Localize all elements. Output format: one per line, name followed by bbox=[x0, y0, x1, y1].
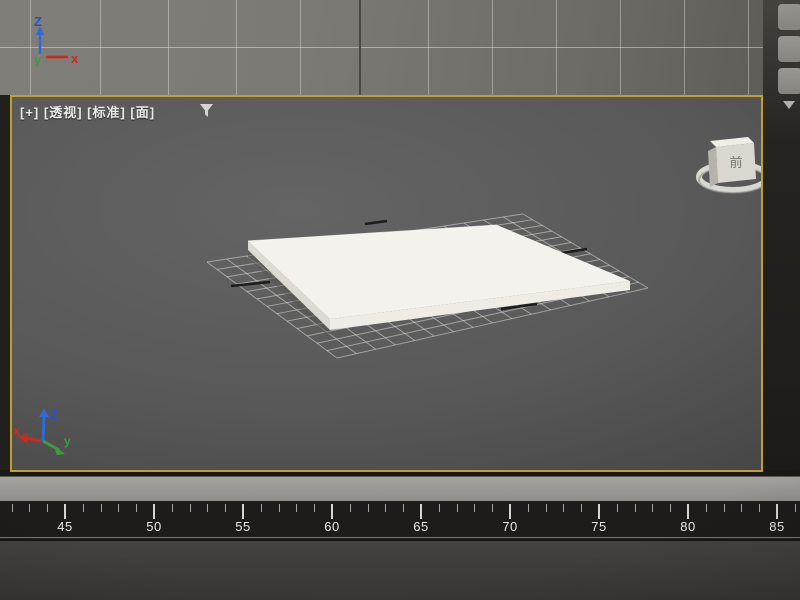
ruler-minor-tick bbox=[189, 504, 191, 512]
filter-icon[interactable] bbox=[199, 103, 214, 119]
left-edge bbox=[0, 95, 10, 474]
ruler-minor-tick bbox=[759, 504, 761, 512]
gizmo-z-label: Z bbox=[50, 407, 58, 422]
ruler-baseline bbox=[0, 537, 800, 538]
ruler-tick-label: 55 bbox=[235, 519, 251, 534]
ruler-minor-tick bbox=[207, 504, 209, 512]
ruler-minor-tick bbox=[47, 504, 49, 512]
ruler-minor-tick bbox=[314, 504, 316, 512]
ruler-minor-tick bbox=[741, 504, 743, 512]
ruler-major-tick bbox=[687, 504, 689, 519]
ruler-minor-tick bbox=[171, 504, 173, 512]
ruler-minor-tick bbox=[403, 504, 405, 512]
ruler-minor-tick bbox=[278, 504, 280, 512]
top-grid-vline bbox=[100, 0, 101, 95]
gizmo-x-label: x bbox=[13, 423, 21, 438]
top-grid-vline bbox=[300, 0, 301, 95]
ruler-minor-tick bbox=[118, 504, 120, 512]
top-grid-vline bbox=[684, 0, 685, 95]
track-bar[interactable] bbox=[0, 476, 800, 502]
ruler-minor-tick bbox=[100, 504, 102, 512]
ruler-major-tick bbox=[331, 504, 333, 519]
ruler-minor-tick bbox=[794, 504, 796, 512]
ruler-major-tick bbox=[509, 504, 511, 519]
ruler-minor-tick bbox=[474, 504, 476, 512]
ruler-minor-tick bbox=[438, 504, 440, 512]
ruler-minor-tick bbox=[367, 504, 369, 512]
ruler-tick-label: 60 bbox=[324, 519, 340, 534]
ruler-minor-tick bbox=[136, 504, 138, 512]
top-grid-vline bbox=[748, 0, 749, 95]
top-grid-axis-line bbox=[359, 0, 361, 95]
top-viewport-canvas[interactable]: Z y x bbox=[0, 0, 763, 95]
ruler-minor-tick bbox=[11, 504, 13, 512]
right-panel-strip bbox=[763, 0, 800, 474]
ruler-tick-label: 75 bbox=[591, 519, 607, 534]
top-gizmo-z-label: Z bbox=[34, 14, 42, 29]
viewcube-front-label: 前 bbox=[729, 155, 742, 170]
ruler-major-tick bbox=[64, 504, 66, 519]
ruler-tick-label: 50 bbox=[146, 519, 162, 534]
ruler-tick-label: 65 bbox=[413, 519, 429, 534]
ruler-minor-tick bbox=[456, 504, 458, 512]
panel-button[interactable] bbox=[778, 36, 800, 62]
ruler-minor-tick bbox=[581, 504, 583, 512]
perspective-viewport[interactable]: 前 x Z y [+] [透视] [标准] [面] bbox=[10, 95, 763, 472]
ruler-minor-tick bbox=[29, 504, 31, 512]
ruler-minor-tick bbox=[296, 504, 298, 512]
top-grid-vline bbox=[556, 0, 557, 95]
panel-button[interactable] bbox=[778, 4, 800, 30]
panel-button[interactable] bbox=[778, 68, 800, 94]
ruler-major-tick bbox=[153, 504, 155, 519]
ruler-minor-tick bbox=[492, 504, 494, 512]
ruler-minor-tick bbox=[527, 504, 529, 512]
ruler-minor-tick bbox=[82, 504, 84, 512]
ruler-tick-label: 80 bbox=[680, 519, 696, 534]
ruler-minor-tick bbox=[225, 504, 227, 512]
screen: Z y x 前 x Z y [+] [透视] [标准] [面] 45 50 55… bbox=[0, 0, 800, 600]
chevron-down-icon[interactable] bbox=[783, 101, 795, 109]
viewcube[interactable]: 前 bbox=[696, 137, 761, 194]
timeline-ruler[interactable]: 45 50 55 60 65 70 75 80 85 bbox=[0, 501, 800, 540]
ruler-minor-tick bbox=[705, 504, 707, 512]
ruler-minor-tick bbox=[349, 504, 351, 512]
ruler-minor-tick bbox=[723, 504, 725, 512]
ruler-minor-tick bbox=[652, 504, 654, 512]
top-world-axis-gizmo: Z y x bbox=[34, 14, 79, 67]
top-grid-vline bbox=[168, 0, 169, 95]
ruler-minor-tick bbox=[634, 504, 636, 512]
ruler-minor-tick bbox=[563, 504, 565, 512]
top-grid-vline bbox=[428, 0, 429, 95]
viewport-canvas[interactable]: 前 x Z y bbox=[12, 97, 761, 470]
viewport-label-menu[interactable]: [+] [透视] [标准] [面] bbox=[20, 102, 155, 121]
ruler-major-tick bbox=[598, 504, 600, 519]
ruler-minor-tick bbox=[545, 504, 547, 512]
ruler-minor-tick bbox=[260, 504, 262, 512]
top-grid-hline bbox=[0, 47, 763, 48]
ruler-major-tick bbox=[420, 504, 422, 519]
ruler-minor-tick bbox=[385, 504, 387, 512]
world-axis-gizmo: x Z y bbox=[13, 407, 71, 455]
ruler-major-tick bbox=[776, 504, 778, 519]
top-gizmo-y-label: y bbox=[34, 52, 42, 67]
ruler-tick-label: 45 bbox=[57, 519, 73, 534]
ruler-major-tick bbox=[242, 504, 244, 519]
box-object[interactable] bbox=[247, 224, 630, 338]
top-grid-vline bbox=[620, 0, 621, 95]
top-gizmo-x-label: x bbox=[71, 51, 79, 66]
top-grid-vline bbox=[236, 0, 237, 95]
top-grid-vline bbox=[492, 0, 493, 95]
gizmo-y-label: y bbox=[64, 434, 71, 448]
ruler-tick-label: 85 bbox=[769, 519, 785, 534]
ruler-tick-label: 70 bbox=[502, 519, 518, 534]
ruler-minor-tick bbox=[670, 504, 672, 512]
ruler-minor-tick bbox=[616, 504, 618, 512]
status-bar: X: -175.251 Y: -32.008 Z: 0.0 栅格 = 10.0 bbox=[0, 540, 800, 600]
